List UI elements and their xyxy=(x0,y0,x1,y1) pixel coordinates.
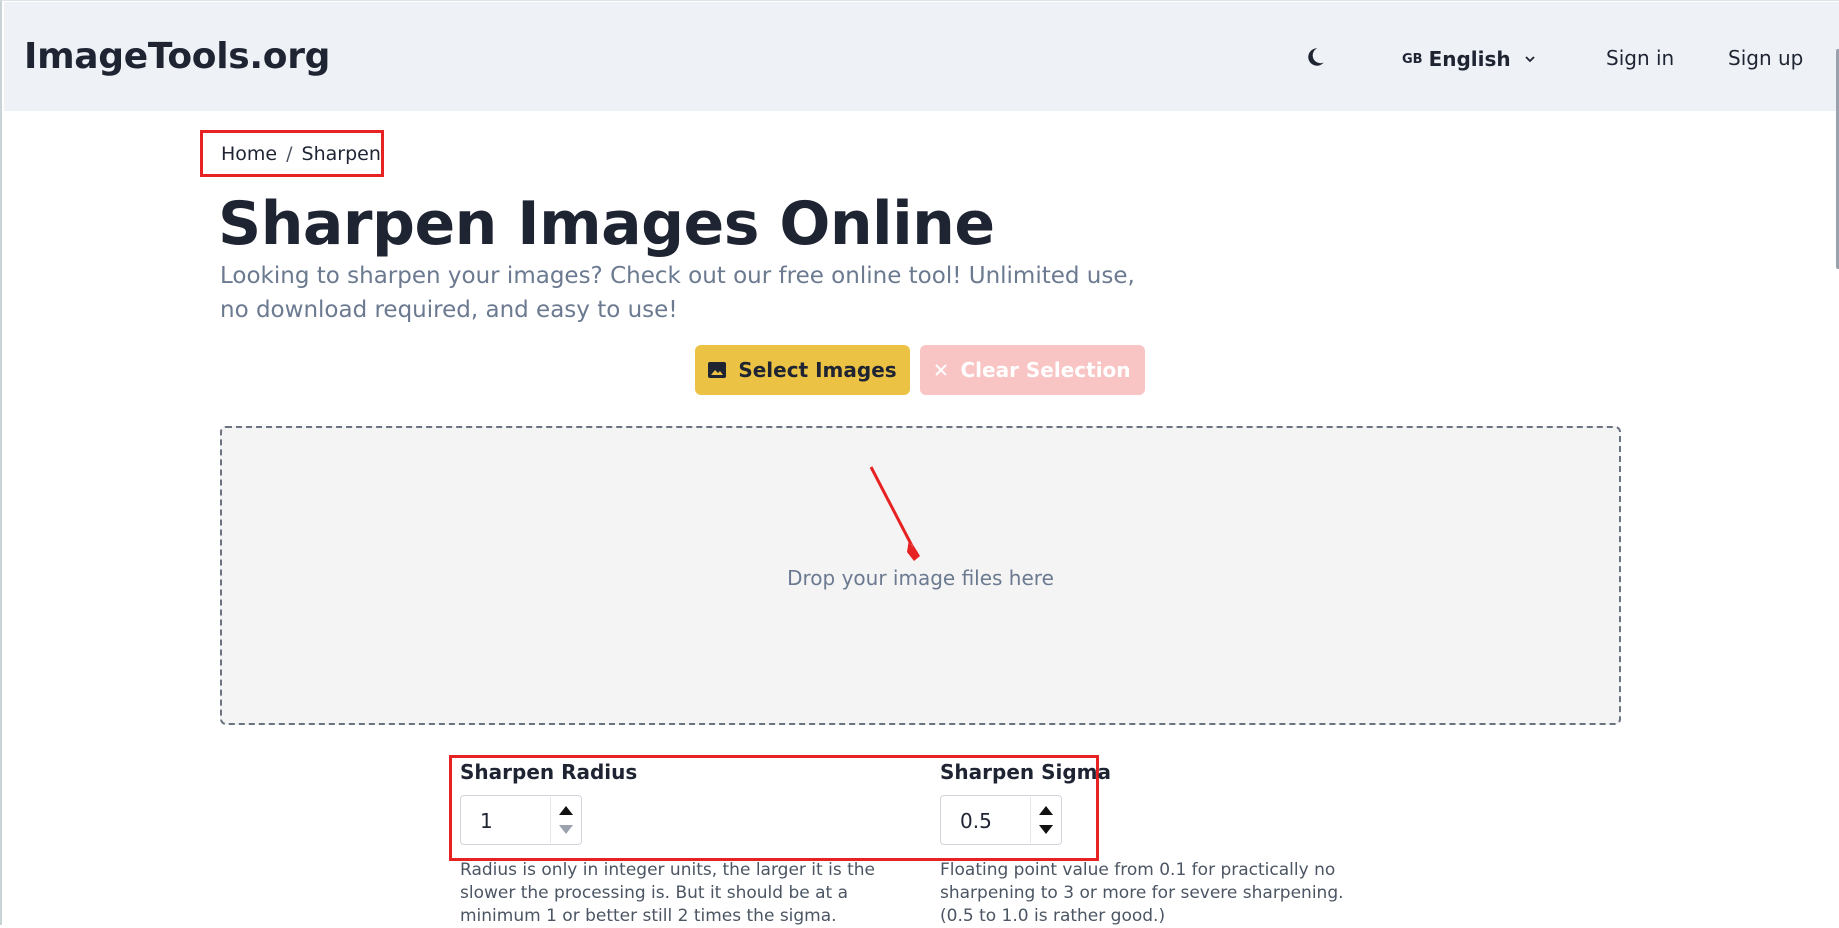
language-label: English xyxy=(1428,47,1511,71)
select-images-label: Select Images xyxy=(738,358,897,382)
browser-frame: ImageTools.org GB English Sign in Sign u… xyxy=(0,0,1839,926)
sharpen-sigma-label: Sharpen Sigma xyxy=(940,760,1111,784)
select-images-button[interactable]: Select Images xyxy=(695,345,910,395)
sharpen-sigma-value: 0.5 xyxy=(960,809,992,833)
breadcrumb: Home / Sharpen xyxy=(200,130,384,177)
breadcrumb-separator: / xyxy=(286,142,293,165)
sign-in-link[interactable]: Sign in xyxy=(1606,46,1674,70)
decrement-arrow-icon[interactable] xyxy=(559,825,573,834)
site-logo[interactable]: ImageTools.org xyxy=(24,36,330,77)
breadcrumb-current: Sharpen xyxy=(301,142,381,165)
sharpen-radius-value: 1 xyxy=(480,809,493,833)
sign-up-link[interactable]: Sign up xyxy=(1728,46,1803,70)
page-subtitle: Looking to sharpen your images? Check ou… xyxy=(220,263,1135,323)
annotation-arrow-icon xyxy=(869,466,920,561)
chevron-down-icon xyxy=(1525,56,1535,63)
site-header: ImageTools.org GB English Sign in Sign u… xyxy=(4,2,1839,111)
flag-gb-icon: GB xyxy=(1402,51,1423,67)
sharpen-radius-help: Radius is only in integer units, the lar… xyxy=(460,860,875,926)
sigma-stepper[interactable] xyxy=(1030,797,1060,843)
page-title: Sharpen Images Online xyxy=(218,189,995,259)
language-selector[interactable]: GB English xyxy=(1402,46,1537,72)
radius-stepper[interactable] xyxy=(550,797,580,843)
moon-icon[interactable] xyxy=(1304,46,1326,68)
image-icon xyxy=(708,362,727,378)
increment-arrow-icon[interactable] xyxy=(559,806,573,815)
clear-selection-button[interactable]: Clear Selection xyxy=(920,345,1145,395)
sharpen-sigma-help: Floating point value from 0.1 for practi… xyxy=(940,860,1344,926)
sharpen-radius-label: Sharpen Radius xyxy=(460,760,638,784)
increment-arrow-icon[interactable] xyxy=(1039,806,1053,815)
breadcrumb-home[interactable]: Home xyxy=(221,143,277,165)
close-icon xyxy=(935,364,948,376)
clear-selection-label: Clear Selection xyxy=(960,358,1131,382)
decrement-arrow-icon[interactable] xyxy=(1039,825,1053,834)
sharpen-radius-input[interactable]: 1 xyxy=(460,795,582,845)
sharpen-sigma-input[interactable]: 0.5 xyxy=(940,795,1062,845)
drop-zone-text: Drop your image files here xyxy=(787,566,1054,590)
